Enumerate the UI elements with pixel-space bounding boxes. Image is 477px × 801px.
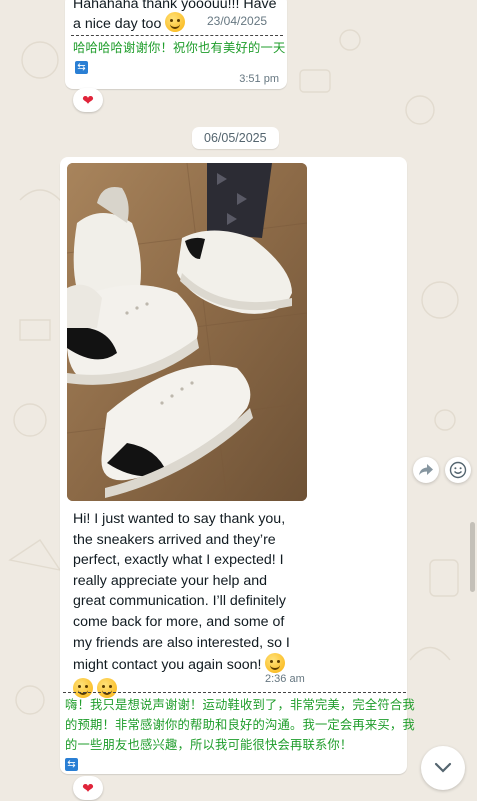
emoji-icon <box>449 461 467 479</box>
sneakers-image <box>67 163 307 501</box>
message-text: a nice day too <box>73 12 186 35</box>
date-separator: 06/05/2025 <box>192 127 279 149</box>
forward-icon <box>419 464 433 476</box>
message-bubble-incoming[interactable]: Hahahaha thank yooouu!!! Have a nice day… <box>65 0 287 89</box>
message-line: great communication. I’ll definitely <box>73 593 286 610</box>
message-line: my friends are also interested, so I <box>73 634 290 651</box>
emoji-react-button[interactable] <box>445 457 471 483</box>
message-body: Hi! I just wanted to say thank you, the … <box>73 509 303 699</box>
message-bubble-incoming[interactable]: Hi! I just wanted to say thank you, the … <box>60 157 415 774</box>
message-line: come back for more, and some of <box>73 613 285 630</box>
reaction-heart[interactable]: ❤ <box>73 88 103 112</box>
translation-line: 的预期！非常感谢你的帮助和良好的沟通。我一定会再来买，我 <box>65 718 415 732</box>
forward-button[interactable] <box>413 457 439 483</box>
heart-icon: ❤ <box>82 779 94 796</box>
message-line: really appreciate your help and <box>73 572 268 589</box>
translate-icon[interactable]: ⇆ <box>75 61 88 74</box>
inline-date: 23/04/2025 <box>207 14 268 28</box>
message-time: 2:36 am <box>265 673 305 685</box>
message-line: the sneakers arrived and they’re <box>73 531 276 548</box>
translation-divider <box>63 692 406 693</box>
message-line: Hi! I just wanted to say thank you, <box>73 511 286 527</box>
translation-block: 嗨！我只是想说声谢谢！运动鞋收到了，非常完美，完全符合我 的预期！非常感谢你的帮… <box>65 695 415 755</box>
translate-icon[interactable]: ⇆ <box>65 758 78 771</box>
message-photo[interactable] <box>67 163 307 501</box>
message-time: 3:51 pm <box>239 73 279 85</box>
translation-line: 的一些朋友也感兴趣，所以我可能很快会再联系你！ <box>65 738 353 752</box>
hugging-face-emoji-icon <box>165 12 186 32</box>
translation-divider <box>71 35 283 36</box>
chevron-down-icon <box>434 762 452 773</box>
message-line: perfect, exactly what I expected! I <box>73 552 284 569</box>
reaction-heart[interactable]: ❤ <box>73 776 103 800</box>
heart-icon: ❤ <box>82 91 94 108</box>
hugging-face-emoji-icon <box>265 653 286 674</box>
translation-text: 哈哈哈哈谢谢你！祝你也有美好的一天 <box>73 41 286 55</box>
scrollbar-thumb[interactable] <box>470 522 475 592</box>
scroll-to-bottom-button[interactable] <box>421 746 465 790</box>
translation-line: 嗨！我只是想说声谢谢！运动鞋收到了，非常完美，完全符合我 <box>65 698 415 712</box>
